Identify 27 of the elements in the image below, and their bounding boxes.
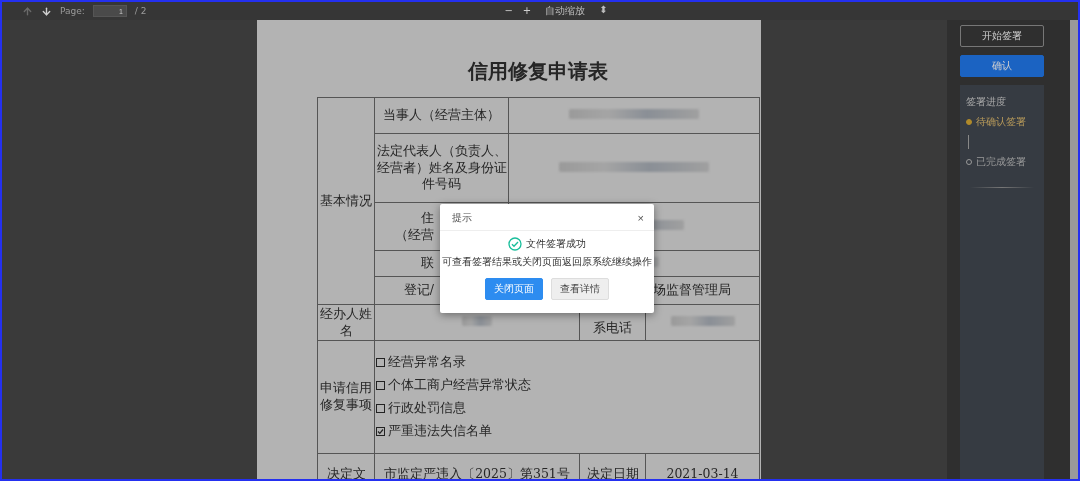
start-sign-button[interactable]: 开始签署 bbox=[960, 25, 1044, 47]
confirm-button[interactable]: 确认 bbox=[960, 55, 1044, 77]
check-circle-icon bbox=[508, 237, 522, 251]
document-title: 信用修复申请表 bbox=[467, 58, 609, 85]
dialog-title: 提示 bbox=[452, 211, 472, 225]
step-label: 待确认签署 bbox=[976, 115, 1026, 129]
progress-title: 签署进度 bbox=[966, 95, 1007, 109]
page-total: / 2 bbox=[134, 6, 147, 16]
zoom-out-button[interactable]: − bbox=[504, 6, 513, 16]
option-label: 经营异常名录 bbox=[388, 354, 466, 372]
option-label: 严重违法失信名单 bbox=[388, 422, 492, 440]
option-label: 个体工商户经营异常状态 bbox=[388, 377, 531, 394]
page-label: Page: bbox=[60, 6, 85, 16]
table-cell: 法定代表人（负责人、经营者）姓名及身份证件号码 bbox=[374, 133, 509, 203]
step-label: 已完成签署 bbox=[976, 155, 1026, 169]
table-cell: 经办人姓名 bbox=[317, 304, 375, 341]
table-cell: 申请信用修复事项 bbox=[317, 340, 375, 454]
table-cell: 决定文 bbox=[317, 453, 375, 479]
option-label: 行政处罚信息 bbox=[388, 400, 466, 417]
view-details-button[interactable]: 查看详情 bbox=[551, 278, 609, 300]
table-cell: 基本情况 bbox=[317, 97, 375, 305]
table-cell: 当事人（经营主体） bbox=[374, 97, 509, 134]
zoom-select[interactable]: 自动缩放 ⬍ bbox=[541, 3, 612, 19]
down-arrow-icon[interactable] bbox=[41, 5, 52, 17]
zoom-in-button[interactable]: + bbox=[522, 6, 532, 16]
close-button[interactable]: × bbox=[637, 212, 644, 224]
success-message: 文件签署成功 bbox=[526, 237, 586, 251]
